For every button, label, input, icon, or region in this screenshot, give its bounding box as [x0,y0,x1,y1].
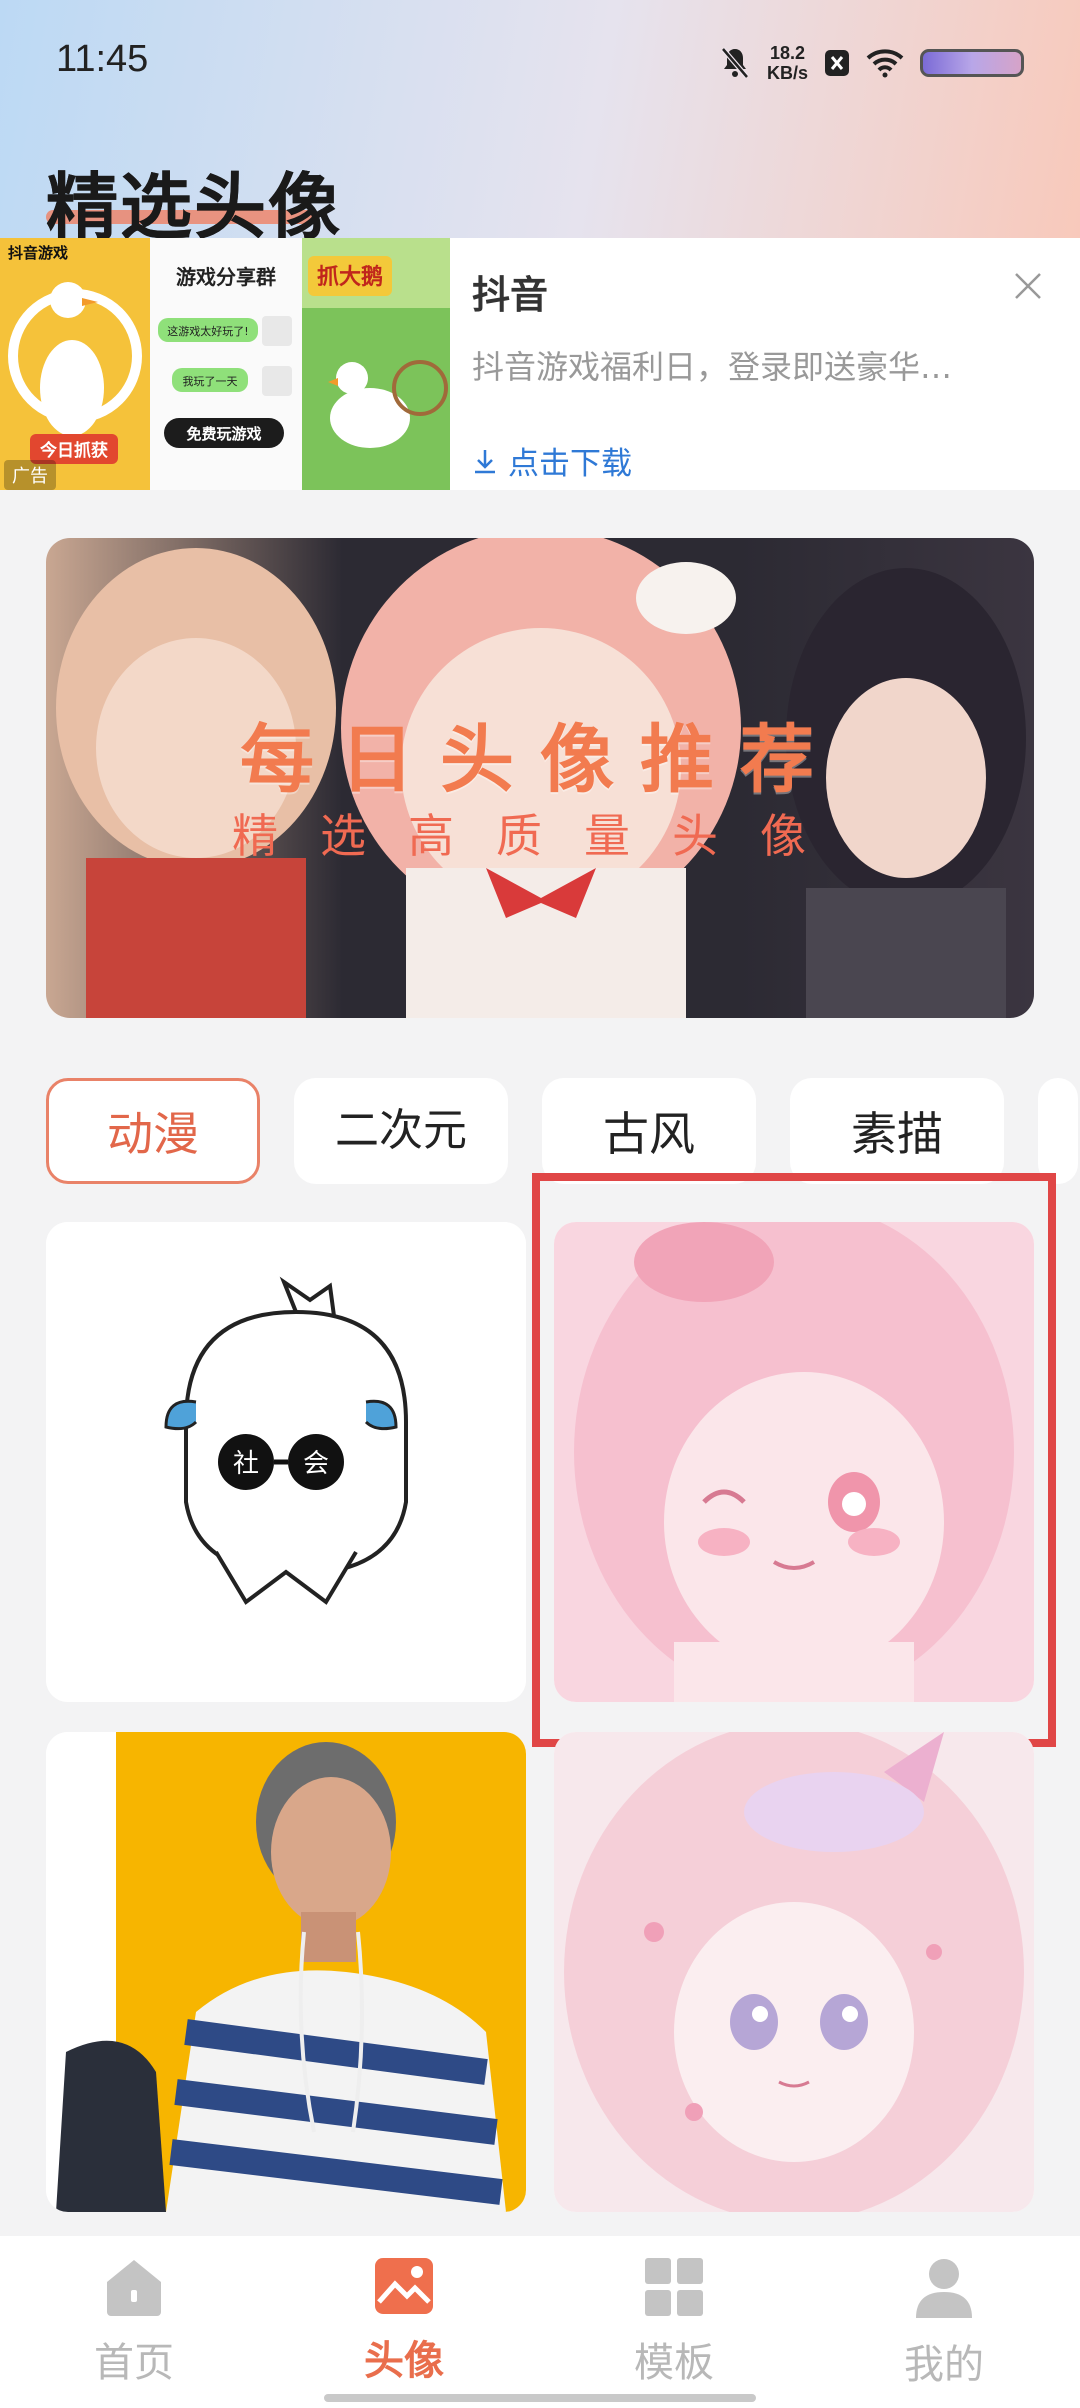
svg-text:我玩了一天: 我玩了一天 [183,375,238,388]
nav-profile-label: 我的 [904,2342,984,2388]
home-icon [107,2260,161,2316]
ad-download-label: 点击下载 [508,446,632,482]
app-notification-icon [825,50,849,76]
nav-avatar-label: 头像 [364,2338,444,2384]
mute-bell-icon [721,47,749,79]
tab-2d[interactable]: 二次元 [294,1078,508,1184]
wifi-icon [866,49,904,78]
tab-ancient-style[interactable]: 古风 [542,1078,756,1184]
home-indicator[interactable] [324,2394,756,2402]
svg-text:游戏分享群: 游戏分享群 [176,265,276,289]
banner-title: 每日头像推荐 [240,717,840,803]
avatar-image: 社 会 [46,1222,526,1702]
bottom-nav: 首页 头像 模板 我的 [0,2236,1080,2408]
status-bar: 11:45 18.2 KB/s [0,0,1080,125]
battery-icon [920,49,1024,77]
svg-text:抖音游戏: 抖音游戏 [8,244,68,262]
nav-avatar[interactable]: 头像 [324,2256,484,2386]
nav-home-label: 首页 [94,2340,174,2386]
close-icon[interactable] [1008,266,1048,306]
ad-tag: 广告 [4,460,56,490]
svg-text:社: 社 [233,1449,259,1479]
image-icon [375,2258,433,2314]
daily-recommend-banner[interactable]: 每日头像推荐 精选高质量头像 [46,538,1034,1018]
svg-text:这游戏太好玩了!: 这游戏太好玩了! [167,324,248,338]
user-icon [916,2259,972,2318]
ad-description: 抖音游戏福利日，登录即送豪华… [472,348,953,386]
banner-subtitle: 精选高质量头像 [232,809,848,863]
svg-text:会: 会 [303,1449,329,1479]
ad-brand: 抖音 [472,273,549,317]
nav-profile[interactable]: 我的 [864,2256,1024,2390]
tab-sketch[interactable]: 素描 [790,1078,1004,1184]
nav-home[interactable]: 首页 [54,2256,214,2388]
tab-anime[interactable]: 动漫 [46,1078,260,1184]
download-icon [475,449,495,473]
svg-text:抓大鹅: 抓大鹅 [317,264,383,290]
status-time: 11:45 [56,38,149,80]
avatar-card[interactable] [554,1732,1034,2212]
ad-banner[interactable]: 今日抓获 抖音游戏 游戏分享群 这游戏太好玩了! 我玩了一天 免费玩游戏 抓大鹅… [0,238,1080,490]
selection-highlight [532,1173,1056,1747]
status-icons: 18.2 KB/s [719,38,1024,88]
avatar-image [554,1732,1034,2212]
nav-templates-label: 模板 [634,2340,714,2386]
category-tabs: 动漫 二次元 古风 素描 [46,1078,1078,1184]
ad-download-link[interactable]: 点击下载 [472,438,632,483]
ad-image[interactable]: 今日抓获 抖音游戏 游戏分享群 这游戏太好玩了! 我玩了一天 免费玩游戏 抓大鹅 [0,238,450,490]
grid-icon [645,2258,703,2316]
tab-more[interactable] [1038,1078,1078,1184]
nav-templates[interactable]: 模板 [594,2256,754,2388]
avatar-image [46,1732,526,2212]
svg-text:免费玩游戏: 免费玩游戏 [186,425,261,443]
network-speed: 18.2 KB/s [766,43,808,83]
avatar-card[interactable] [46,1732,526,2212]
avatar-card[interactable]: 社 会 [46,1222,526,1702]
svg-text:今日抓获: 今日抓获 [40,440,108,461]
